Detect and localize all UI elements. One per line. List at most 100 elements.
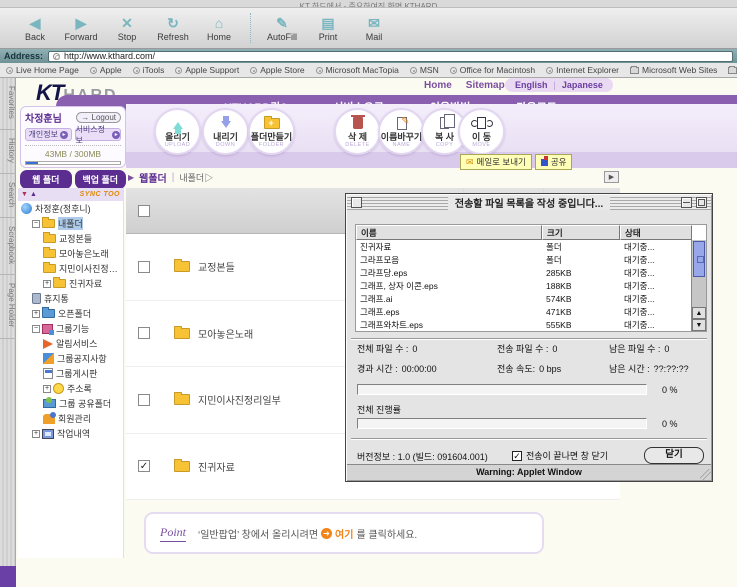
side-tab-favorites[interactable]: Favorites [0, 78, 16, 130]
breadcrumb-root[interactable]: 웹폴더 [139, 170, 167, 185]
logout-button[interactable]: → Logout [76, 112, 121, 123]
transfer-row[interactable]: 그래프.ai574KB대기중... [356, 292, 706, 305]
tree-minus-expander[interactable]: − [32, 325, 40, 333]
zoom-box-icon[interactable] [696, 197, 707, 208]
resize-grip[interactable] [700, 469, 711, 480]
close-box-icon[interactable] [351, 197, 362, 208]
tree-item[interactable]: −내폴더 [18, 216, 123, 231]
side-tab-scrapbook[interactable]: Scrapbook [0, 218, 16, 275]
favorite-link[interactable]: Apple Store [250, 65, 304, 75]
favorite-link[interactable]: Microsoft MacTopia [316, 65, 399, 75]
share-button-mail[interactable]: ✉메일로 보내기 [460, 154, 532, 170]
favorites-at-icon [90, 67, 97, 74]
tree-item[interactable]: 교정본들 [18, 231, 123, 246]
tree-minus-expander[interactable]: − [32, 220, 40, 228]
collapse-box-icon[interactable] [681, 197, 692, 208]
tree-item[interactable]: +작업내역 [18, 426, 123, 441]
backup-folder-button[interactable]: 백업 폴더 [75, 170, 127, 189]
share-button-share[interactable]: 공유 [535, 154, 573, 170]
transfer-row[interactable]: 그라프당.eps285KB대기중... [356, 266, 706, 279]
lang-japanese-link[interactable]: Japanese [562, 80, 603, 90]
tree-item[interactable]: 지민이사진정리일부 [18, 261, 123, 276]
favorite-link[interactable]: MSN [410, 65, 439, 75]
side-tab-history[interactable]: History [0, 130, 16, 174]
service-info-button[interactable]: 서비스정보▸ [75, 128, 122, 141]
toolbar-button-home[interactable]: ⌂Home [196, 15, 242, 42]
tree-item[interactable]: 모아놓은노래 [18, 246, 123, 261]
side-tab-page-holder[interactable]: Page Holder [0, 275, 16, 338]
close-button[interactable]: 닫기 [644, 447, 704, 464]
tree-item[interactable]: +진귀자료 [18, 276, 123, 291]
tree-item[interactable]: 알림서비스 [18, 336, 123, 351]
action-button-move[interactable]: 이 동MOVE [458, 108, 505, 155]
browser-toolbar-buttons: ◀Back▶Forward✕Stop↻Refresh⌂Home ✎AutoFill… [12, 13, 397, 43]
favorite-link[interactable]: Internet Explorer [546, 65, 619, 75]
tree-item[interactable]: 차정훈(정후니) [18, 201, 123, 216]
personal-info-button[interactable]: 개인정보▸ [25, 128, 72, 141]
tree-item[interactable]: 휴지통 [18, 291, 123, 306]
tree-item[interactable]: 그룹 공유폴더 [18, 396, 123, 411]
transfer-row[interactable]: 그래프, 상자 이콘.eps188KB대기중... [356, 279, 706, 292]
megaphone-icon [43, 339, 53, 349]
dialog-title-bar[interactable]: 전송할 파일 목록을 작성 중입니다... [347, 195, 711, 210]
row-checkbox[interactable] [138, 394, 150, 406]
row-checkbox[interactable] [138, 261, 150, 273]
action-button-delete[interactable]: 삭 제DELETE [334, 108, 381, 155]
scrollbar-thumb[interactable] [693, 241, 705, 277]
tree-plus-expander[interactable]: + [32, 310, 40, 318]
popup-here-link[interactable]: 여기 [335, 526, 353, 541]
expand-triangle-icon[interactable]: ▲ [30, 191, 37, 198]
transfer-row[interactable]: 그래프와차트.eps555KB대기중... [356, 318, 706, 331]
tree-plus-expander[interactable]: + [43, 385, 51, 393]
favorite-link[interactable]: Apple Support [175, 65, 239, 75]
scroll-up-icon[interactable]: ▲ [692, 307, 706, 319]
tree-plus-expander[interactable]: + [32, 430, 40, 438]
top-link-sitemap[interactable]: Sitemap [466, 80, 505, 91]
tree-item[interactable]: 회원관리 [18, 411, 123, 426]
column-header-status[interactable]: 상태 [620, 225, 692, 240]
transfer-row[interactable]: 그래프.eps471KB대기중... [356, 305, 706, 318]
column-header-name[interactable]: 이름 [356, 225, 542, 240]
tree-item-label: 지민이사진정리일부 [59, 262, 123, 275]
transfer-row[interactable]: 진귀자료폴더대기중... [356, 240, 706, 253]
favorite-link[interactable]: Microsoft Web Sites [630, 65, 717, 75]
tree-item[interactable]: −그룹기능 [18, 321, 123, 336]
scrollbar[interactable]: ▲ ▼ [691, 240, 706, 331]
toolbar-button-back[interactable]: ◀Back [12, 15, 58, 42]
toolbar-button-mail[interactable]: ✉Mail [351, 15, 397, 42]
web-folder-button[interactable]: 웹 폴더 [20, 170, 72, 189]
action-button-name[interactable]: ✎이름바꾸기NAME [378, 108, 425, 155]
tree-item[interactable]: +오픈폴더 [18, 306, 123, 321]
action-button-down[interactable]: 내리기DOWN [202, 108, 249, 155]
favorites-at-icon [250, 67, 257, 74]
breadcrumb-current[interactable]: 내폴더▷ [179, 171, 213, 184]
tree-item[interactable]: 그룹공지사항 [18, 351, 123, 366]
toolbar-button-forward[interactable]: ▶Forward [58, 15, 104, 42]
scroll-down-icon[interactable]: ▼ [692, 319, 706, 331]
lang-english-link[interactable]: English [515, 80, 548, 90]
tree-plus-expander[interactable]: + [43, 280, 51, 288]
side-tab-search[interactable]: Search [0, 174, 16, 218]
row-checkbox[interactable]: ✓ [138, 460, 150, 472]
top-link-home[interactable]: Home [424, 80, 452, 91]
collapse-triangle-icon[interactable]: ▼ [21, 191, 28, 198]
action-button-upload[interactable]: 올리기UPLOAD [154, 108, 201, 155]
favorite-link[interactable]: Apple [90, 65, 122, 75]
favorite-link[interactable]: Live Home Page [6, 65, 79, 75]
column-header-size[interactable]: 크기 [542, 225, 620, 240]
toolbar-button-refresh[interactable]: ↻Refresh [150, 15, 196, 42]
transfer-row[interactable]: 그라프모음폴더대기중... [356, 253, 706, 266]
tree-item[interactable]: +주소록 [18, 381, 123, 396]
toolbar-button-print[interactable]: ▤Print [305, 15, 351, 42]
close-when-done-checkbox[interactable]: ✓ [512, 451, 522, 461]
action-button-folder[interactable]: +폴더만들기FOLDER [248, 108, 295, 155]
breadcrumb-next-button[interactable]: ▶ [604, 171, 619, 183]
tree-item[interactable]: 그룹게시판 [18, 366, 123, 381]
row-checkbox[interactable] [138, 327, 150, 339]
favorite-link[interactable]: MSN Web Sites [728, 65, 737, 75]
favorite-link[interactable]: Office for Macintosh [450, 65, 535, 75]
toolbar-button-autofill[interactable]: ✎AutoFill [259, 15, 305, 42]
address-input[interactable]: http://www.kthard.com/ [48, 51, 733, 62]
favorite-link[interactable]: iTools [133, 65, 165, 75]
toolbar-button-stop[interactable]: ✕Stop [104, 15, 150, 42]
